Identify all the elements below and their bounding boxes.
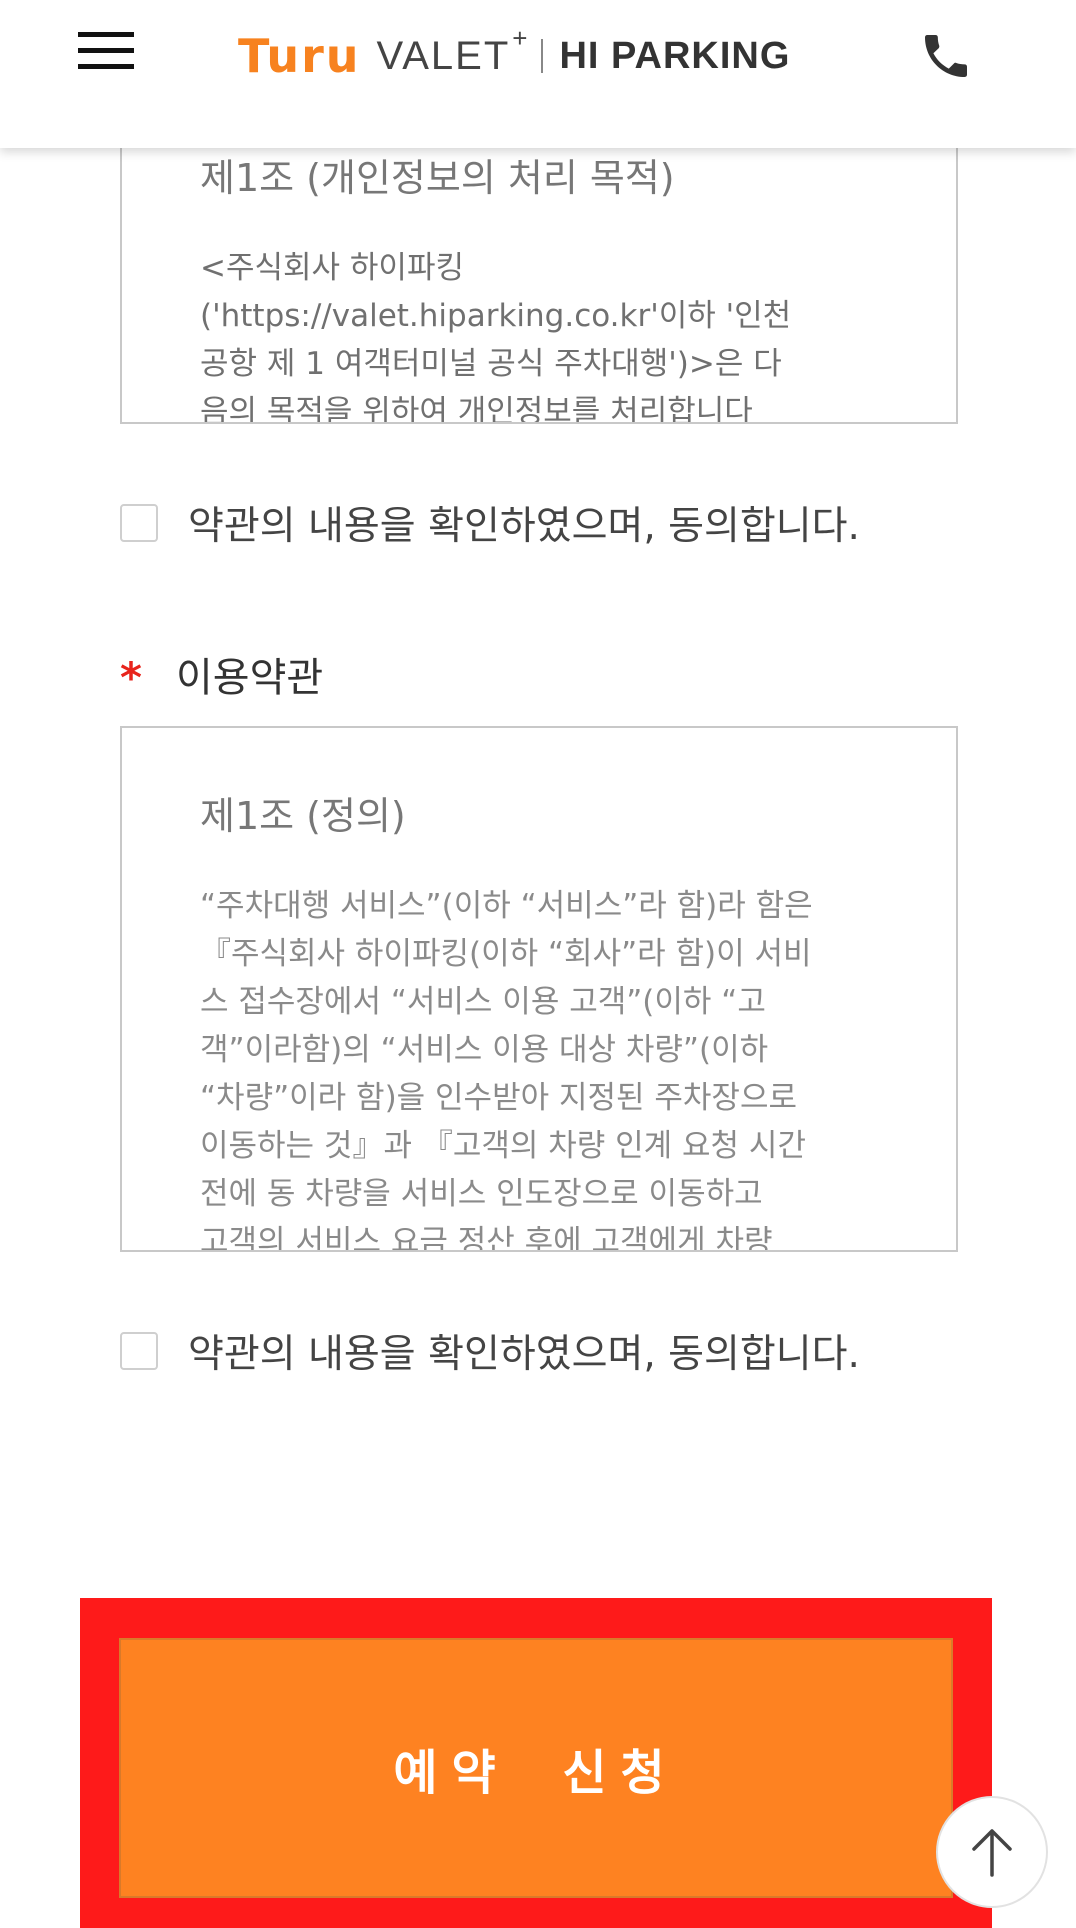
required-mark: * xyxy=(120,653,142,702)
scroll-top-button[interactable] xyxy=(936,1796,1048,1908)
usage-terms-body: “주차대행 서비스”(이하 “서비스”라 함)라 함은 『주식회사 하이파킹(이… xyxy=(200,888,813,1252)
logo-valet-text: VALET xyxy=(376,33,511,78)
logo-turu-text: Turu xyxy=(238,29,361,83)
agree-usage-row[interactable]: 약관의 내용을 확인하였으며, 동의합니다. xyxy=(120,1323,860,1379)
hamburger-menu-icon xyxy=(78,32,134,69)
privacy-terms-body: <주식회사 하이파킹 ('https://valet.hiparking.co.… xyxy=(200,250,792,424)
agree-privacy-label[interactable]: 약관의 내용을 확인하였으며, 동의합니다. xyxy=(188,495,860,551)
logo-plus-text: + xyxy=(512,22,528,53)
reservation-submit-label: 예약 신청 xyxy=(393,1745,679,1801)
usage-terms-heading-text: 이용약관 xyxy=(176,655,324,701)
agree-privacy-row[interactable]: 약관의 내용을 확인하였으며, 동의합니다. xyxy=(120,495,860,551)
arrow-up-icon xyxy=(972,1829,1012,1877)
phone-icon xyxy=(925,35,967,77)
usage-terms-content: 제1조 (정의) “주차대행 서비스”(이하 “서비스”라 함)라 함은 『주식… xyxy=(200,792,900,1252)
phone-button[interactable] xyxy=(918,28,974,84)
menu-button[interactable] xyxy=(78,28,144,82)
privacy-terms-scrollbox[interactable]: 제1조 (개인정보의 처리 목적) <주식회사 하이파킹 ('https://v… xyxy=(120,100,958,424)
brand-logo[interactable]: Turu VALET + HI PARKING xyxy=(238,22,791,88)
usage-terms-heading: * 이용약관 xyxy=(120,648,324,702)
logo-divider xyxy=(541,39,544,73)
logo-hiparking-text: HI PARKING xyxy=(559,34,791,77)
privacy-terms-title: 제1조 (개인정보의 처리 목적) xyxy=(200,156,675,200)
agree-usage-label[interactable]: 약관의 내용을 확인하였으며, 동의합니다. xyxy=(188,1323,860,1379)
agree-privacy-checkbox[interactable] xyxy=(120,504,158,542)
usage-terms-title: 제1조 (정의) xyxy=(200,794,406,838)
usage-terms-scrollbox[interactable]: 제1조 (정의) “주차대행 서비스”(이하 “서비스”라 함)라 함은 『주식… xyxy=(120,726,958,1252)
reservation-submit-button[interactable]: 예약 신청 xyxy=(119,1638,953,1898)
privacy-terms-content: 제1조 (개인정보의 처리 목적) <주식회사 하이파킹 ('https://v… xyxy=(200,154,900,424)
agree-usage-checkbox[interactable] xyxy=(120,1332,158,1370)
app-header: Turu VALET + HI PARKING xyxy=(0,0,1076,148)
